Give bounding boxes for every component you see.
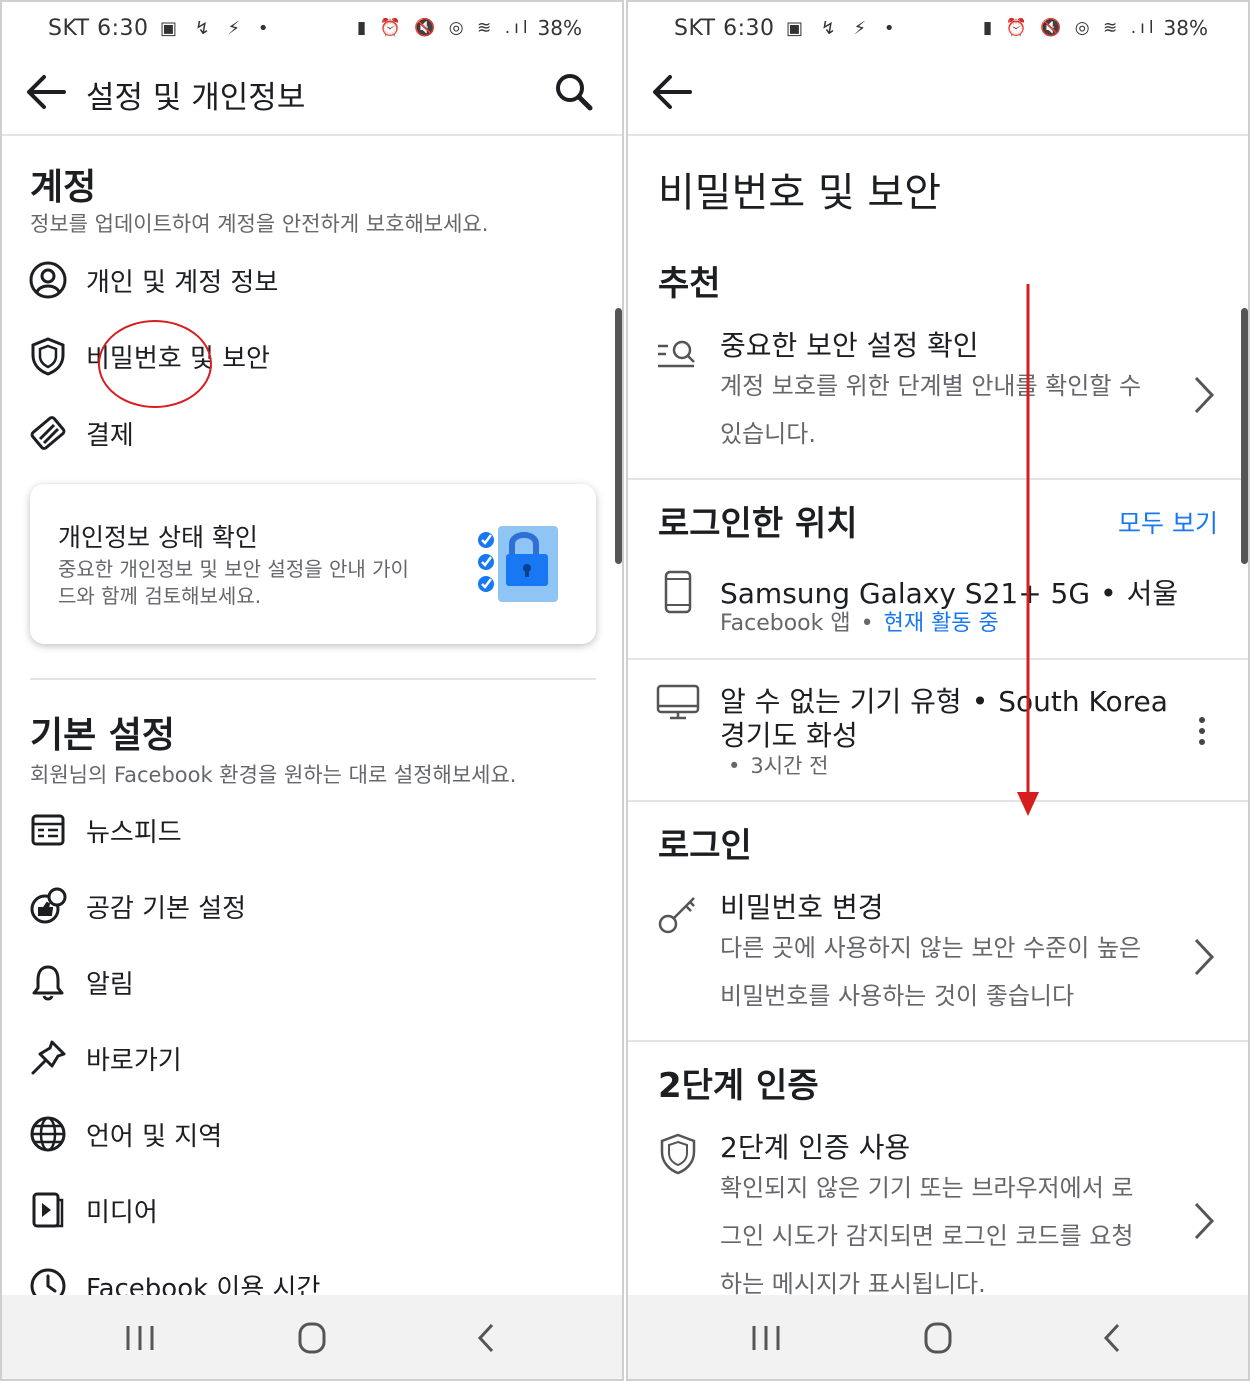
menu-item-label: 결제 — [86, 420, 134, 451]
two-factor-heading: 2단계 인증 — [658, 1066, 819, 1106]
back-arrow-icon[interactable] — [650, 72, 694, 112]
menu-item-shortcuts[interactable]: 바로가기 — [28, 1036, 182, 1080]
card-icon — [30, 416, 66, 450]
menu-item-media[interactable]: 미디어 — [28, 1188, 158, 1232]
account-section-title: 계정 — [30, 167, 97, 208]
menu-item-label: 뉴스피드 — [86, 817, 182, 848]
newsfeed-icon — [31, 814, 65, 846]
scrollbar[interactable] — [1241, 308, 1248, 564]
password-security-screen: SKT 6:30 ▣ ↯ ⚡ • ▮ ⏰ 🔇 ◎ ≋ .ıl 38% 비밀번호 … — [626, 0, 1250, 1381]
lock-checklist-illustration — [478, 526, 558, 602]
menu-item-label: 미디어 — [86, 1197, 158, 1228]
page-title: 비밀번호 및 보안 — [658, 170, 942, 216]
login-heading: 로그인 — [658, 826, 752, 866]
row-description: 다른 곳에 사용하지 않는 보안 수준이 높은 비밀번호를 사용하는 것이 좋습… — [720, 934, 1142, 1010]
bell-icon — [32, 965, 64, 1001]
section-divider — [628, 658, 1248, 660]
app-bar: 설정 및 개인정보 — [2, 58, 622, 136]
menu-item-language-region[interactable]: 언어 및 지역 — [28, 1112, 222, 1156]
chevron-right-icon — [1194, 1202, 1215, 1240]
menu-item-label: 언어 및 지역 — [86, 1121, 223, 1152]
key-icon — [658, 897, 695, 934]
active-now-status: 현재 활동 중 — [883, 611, 999, 636]
nav-back-icon[interactable] — [466, 1321, 506, 1355]
globe-icon — [30, 1116, 66, 1152]
back-arrow-icon[interactable] — [24, 72, 68, 112]
notification-icons: ▣ ↯ ⚡ • — [160, 18, 275, 39]
scrollbar[interactable] — [615, 308, 622, 564]
menu-item-news-feed[interactable]: 뉴스피드 — [28, 808, 182, 852]
battery-level: 38% — [1163, 16, 1208, 40]
carrier-time: SKT 6:30 — [674, 16, 775, 41]
media-icon — [32, 1192, 64, 1228]
see-all-link[interactable]: 모두 보기 — [1118, 504, 1218, 540]
home-icon[interactable] — [292, 1321, 332, 1355]
where-logged-in-heading: 로그인한 위치 — [658, 504, 858, 544]
row-description: 계정 보호를 위한 단계별 안내를 확인할 수 있습니다. — [720, 372, 1142, 448]
annotation-circle — [98, 320, 212, 408]
list-search-icon — [658, 340, 695, 368]
settings-privacy-screen: SKT 6:30 ▣ ↯ ⚡ • ▮ ⏰ 🔇 ◎ ≋ .ıl 38% 설정 및 … — [0, 0, 624, 1381]
status-bar: SKT 6:30 ▣ ↯ ⚡ • ▮ ⏰ 🔇 ◎ ≋ .ıl 38% — [628, 2, 1248, 58]
page-title: 설정 및 개인정보 — [86, 80, 306, 116]
desktop-icon — [656, 684, 700, 720]
nav-back-icon[interactable] — [1092, 1321, 1132, 1355]
row-description: 확인되지 않은 기기 또는 브라우저에서 로그인 시도가 감지되면 로그인 코드… — [720, 1174, 1134, 1298]
search-icon[interactable] — [554, 72, 594, 112]
recommended-heading: 추천 — [658, 264, 721, 304]
pin-icon — [31, 1040, 66, 1075]
last-active-time: 3시간 전 — [750, 754, 829, 778]
section-divider — [628, 800, 1248, 802]
shield-icon — [31, 337, 65, 376]
more-options-icon[interactable] — [1198, 716, 1206, 746]
recent-apps-icon[interactable] — [746, 1321, 786, 1355]
phone-icon — [664, 570, 692, 614]
home-icon[interactable] — [918, 1321, 958, 1355]
system-nav-bar — [2, 1295, 622, 1379]
card-description: 중요한 개인정보 및 보안 설정을 안내 가이드와 함께 검토해보세요. — [58, 557, 409, 608]
row-title: 비밀번호 변경 — [720, 891, 884, 924]
reactions-icon — [30, 887, 67, 924]
menu-item-label: 공감 기본 설정 — [86, 893, 247, 924]
notification-icons: ▣ ↯ ⚡ • — [786, 18, 901, 39]
profile-icon — [29, 261, 67, 299]
section-divider — [628, 1040, 1248, 1042]
menu-item-label: 알림 — [86, 969, 134, 1000]
menu-item-label: 바로가기 — [86, 1045, 182, 1076]
system-nav-bar — [628, 1295, 1248, 1379]
preferences-section-subtitle: 회원님의 Facebook 환경을 원하는 대로 설정해보세요. — [30, 763, 517, 787]
section-divider — [30, 678, 596, 680]
card-title: 개인정보 상태 확인 — [58, 523, 258, 552]
privacy-checkup-card[interactable]: 개인정보 상태 확인 중요한 개인정보 및 보안 설정을 안내 가이드와 함께 … — [30, 484, 596, 644]
status-bar: SKT 6:30 ▣ ↯ ⚡ • ▮ ⏰ 🔇 ◎ ≋ .ıl 38% — [2, 2, 622, 58]
carrier-time: SKT 6:30 — [48, 16, 149, 41]
section-divider — [628, 478, 1248, 480]
row-title: 2단계 인증 사용 — [720, 1131, 911, 1164]
chevron-right-icon — [1194, 376, 1215, 414]
battery-level: 38% — [537, 16, 582, 40]
annotation-arrow — [1017, 284, 1039, 816]
menu-item-notifications[interactable]: 알림 — [28, 960, 134, 1004]
app-bar — [628, 58, 1248, 136]
shield-icon — [660, 1133, 696, 1175]
row-title: 중요한 보안 설정 확인 — [720, 329, 979, 362]
preferences-section-title: 기본 설정 — [30, 715, 176, 756]
chevron-right-icon — [1194, 938, 1215, 976]
system-icons: ▮ ⏰ 🔇 ◎ ≋ .ıl — [982, 18, 1158, 38]
account-section-subtitle: 정보를 업데이트하여 계정을 안전하게 보호해보세요. — [30, 212, 489, 236]
menu-item-reaction-preferences[interactable]: 공감 기본 설정 — [28, 884, 246, 928]
system-icons: ▮ ⏰ 🔇 ◎ ≋ .ıl — [356, 18, 532, 38]
menu-item-personal-account-info[interactable]: 개인 및 계정 정보 — [28, 258, 278, 302]
menu-item-payments[interactable]: 결제 — [28, 411, 134, 455]
recent-apps-icon[interactable] — [120, 1321, 160, 1355]
device-app: Facebook 앱 — [720, 611, 851, 636]
menu-item-label: 개인 및 계정 정보 — [86, 267, 279, 298]
